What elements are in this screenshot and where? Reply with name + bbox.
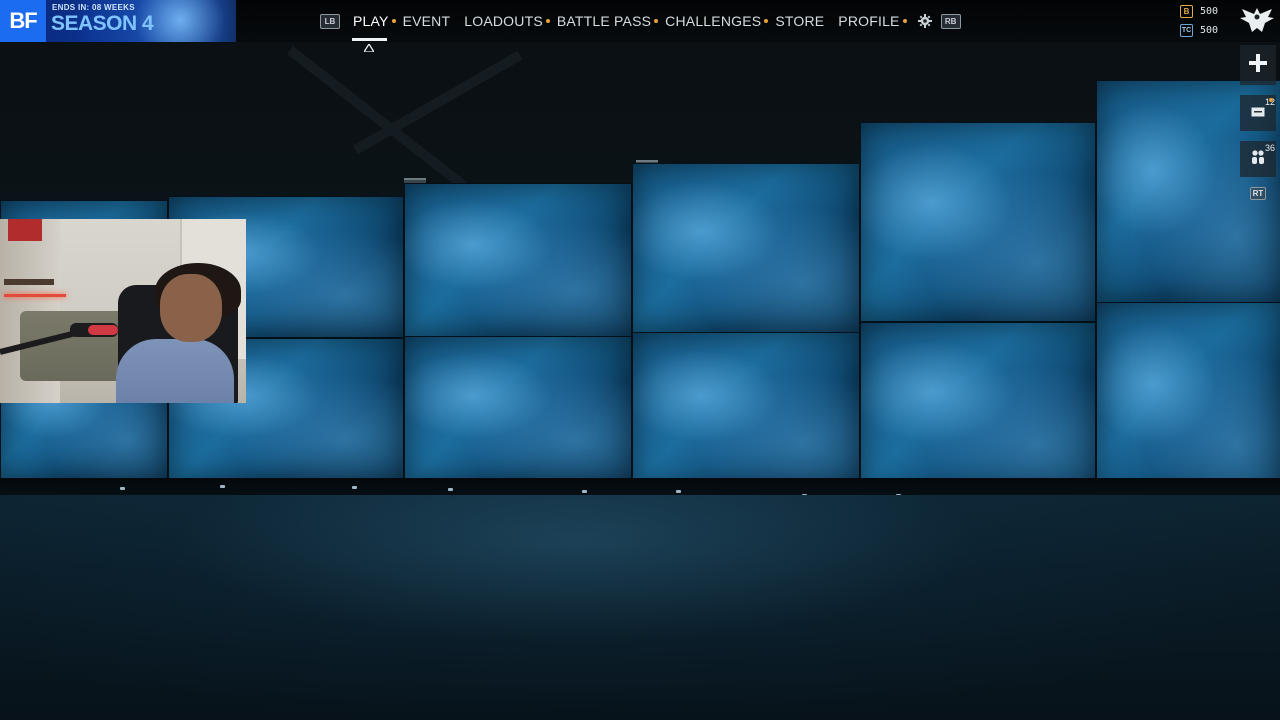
active-tab-underline: [352, 38, 387, 41]
notification-dot: [545, 19, 550, 24]
lb-bumper-icon[interactable]: LB: [320, 13, 340, 29]
bf-coins-balance: B 500: [1180, 3, 1240, 20]
season-ends-label: ENDS IN: 08 WEEKS: [52, 3, 135, 12]
main-nav: LB PLAY EVENT LOADOUTS BATTLE PASS CHALL…: [320, 0, 961, 42]
friends-count: 36: [1264, 143, 1275, 153]
webcam-led-strip: [4, 294, 66, 297]
tc-value: 500: [1200, 25, 1219, 36]
bf-coins-value: 500: [1200, 6, 1219, 17]
notification-dot: [391, 19, 396, 24]
mail-icon: [1251, 104, 1265, 122]
add-party-button[interactable]: [1240, 45, 1276, 85]
bf-coin-icon: B: [1180, 5, 1193, 18]
gear-icon[interactable]: [917, 14, 932, 28]
webcam-shelf: [4, 279, 54, 285]
notification-dot: [1269, 98, 1273, 102]
tab-profile[interactable]: PROFILE: [838, 13, 913, 29]
rt-trigger-hint[interactable]: RT: [1240, 187, 1276, 200]
currency-wallet[interactable]: B 500 TC 500: [1180, 3, 1240, 41]
tc-balance: TC 500: [1180, 22, 1240, 39]
floor-light: [582, 490, 587, 493]
notification-dot: [764, 19, 769, 24]
webcam-person: [116, 339, 234, 403]
tab-play[interactable]: PLAY: [353, 13, 403, 29]
tab-battle-pass[interactable]: BATTLE PASS: [557, 13, 665, 29]
friends-icon: [1250, 149, 1266, 170]
floor-light: [120, 487, 125, 490]
top-navigation-bar: BF ENDS IN: 08 WEEKS SEASON 4 LB PLAY EV…: [0, 0, 1280, 53]
reflective-floor: [0, 495, 1280, 720]
tab-event[interactable]: EVENT: [403, 13, 465, 29]
tab-loadouts[interactable]: LOADOUTS: [464, 13, 557, 29]
game-logo: BF: [0, 0, 46, 42]
webcam-microphone-light: [88, 325, 118, 335]
season-banner[interactable]: BF ENDS IN: 08 WEEKS SEASON 4: [0, 0, 236, 42]
webcam-person-face: [160, 274, 222, 342]
friends-button[interactable]: 36: [1240, 141, 1276, 177]
notification-dot: [654, 19, 659, 24]
webcam-bed: [20, 311, 130, 381]
plus-icon: [1248, 53, 1268, 78]
season-title: SEASON 4: [51, 12, 154, 35]
messages-button[interactable]: 12: [1240, 95, 1276, 131]
caret-up-icon: [362, 42, 376, 55]
tc-coin-icon: TC: [1180, 24, 1193, 37]
floor-light: [220, 485, 225, 488]
notification-dot: [902, 19, 907, 24]
video-wall-panel: [632, 332, 860, 490]
video-wall-panel: [632, 163, 860, 333]
rb-bumper-icon[interactable]: RB: [940, 13, 961, 29]
right-social-rail: 12 36 RT: [1240, 45, 1276, 200]
video-wall-panel: [1096, 302, 1280, 506]
video-wall-panel: [860, 122, 1096, 322]
streamer-webcam-overlay: [0, 219, 246, 403]
video-wall-panel: [404, 183, 632, 337]
tab-challenges[interactable]: CHALLENGES: [665, 13, 775, 29]
tab-store[interactable]: STORE: [775, 13, 838, 29]
eagle-rank-icon[interactable]: [1238, 2, 1276, 38]
floor-light: [676, 490, 681, 493]
floor-light: [448, 488, 453, 491]
floor-light: [352, 486, 357, 489]
rt-trigger-icon: RT: [1249, 187, 1267, 200]
video-wall-panel: [404, 336, 632, 484]
webcam-wall-poster: [8, 219, 42, 241]
video-wall-panel: [860, 322, 1096, 496]
